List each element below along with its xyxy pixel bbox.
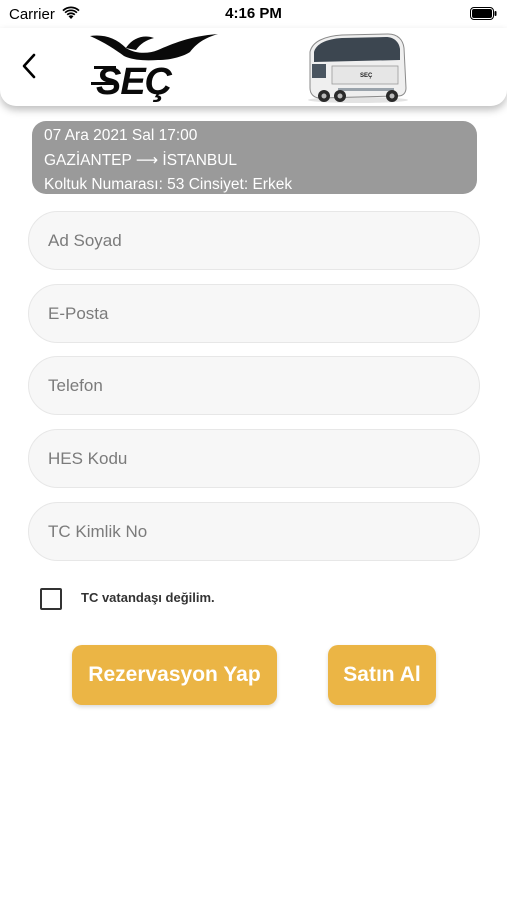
- status-bar: Carrier 4:16 PM: [0, 0, 507, 30]
- name-field[interactable]: [28, 211, 480, 270]
- trip-info-card: 07 Ara 2021 Sal 17:00 GAZİANTEP ⟶ İSTANB…: [32, 121, 477, 194]
- trip-route: GAZİANTEP ⟶ İSTANBUL: [44, 151, 238, 169]
- back-button[interactable]: [14, 48, 44, 84]
- sec-logo: SEÇ: [90, 34, 218, 102]
- hes-code-field[interactable]: [28, 429, 480, 488]
- trip-datetime: 07 Ara 2021 Sal 17:00: [44, 127, 198, 144]
- bus-image: SEÇ: [308, 33, 408, 103]
- phone-field[interactable]: [28, 356, 480, 415]
- buy-button[interactable]: Satın Al: [328, 645, 436, 705]
- email-field[interactable]: [28, 284, 480, 343]
- battery-icon: [470, 7, 497, 20]
- svg-text:SEÇ: SEÇ: [360, 73, 373, 79]
- logo-wordmark: SEÇ: [96, 61, 173, 102]
- app-header: SEÇ SEÇ: [0, 28, 507, 106]
- not-citizen-checkbox[interactable]: [40, 588, 62, 610]
- trip-seat-info: Koltuk Numarası: 53 Cinsiyet: Erkek: [44, 176, 293, 193]
- clock: 4:16 PM: [225, 5, 282, 22]
- tc-id-field[interactable]: [28, 502, 480, 561]
- reserve-button[interactable]: Rezervasyon Yap: [72, 645, 277, 705]
- chevron-left-icon: [22, 53, 36, 79]
- not-citizen-label: TC vatandaşı değilim.: [81, 590, 215, 605]
